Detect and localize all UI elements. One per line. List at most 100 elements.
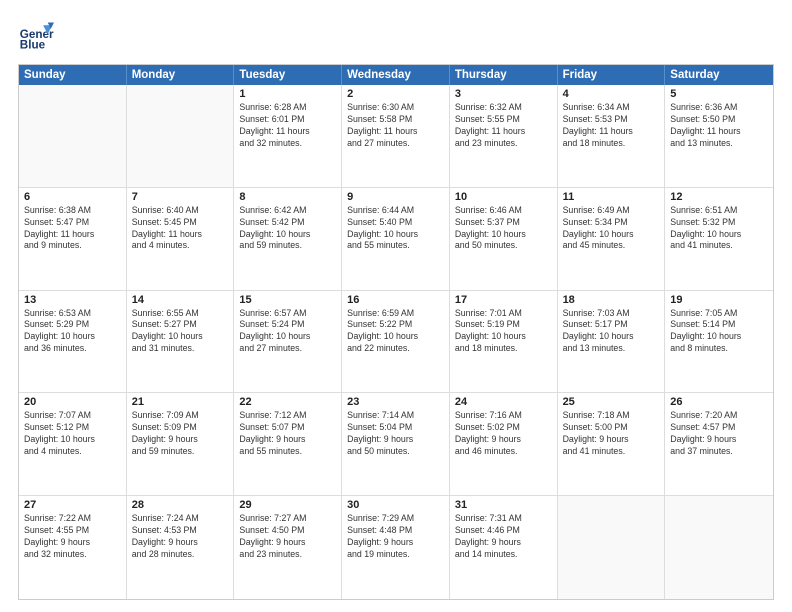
calendar: SundayMondayTuesdayWednesdayThursdayFrid… [18,64,774,600]
calendar-cell-22: 22 Sunrise: 7:12 AM Sunset: 5:07 PM Dayli… [234,393,342,495]
cell-info: Sunrise: 7:16 AM Sunset: 5:02 PM Dayligh… [455,410,552,458]
svg-text:Blue: Blue [20,39,46,52]
cell-info: Sunrise: 6:53 AM Sunset: 5:29 PM Dayligh… [24,308,121,356]
weekday-header-sunday: Sunday [19,65,127,85]
cell-info: Sunrise: 7:20 AM Sunset: 4:57 PM Dayligh… [670,410,768,458]
cell-day-number: 6 [24,191,121,203]
cell-info: Sunrise: 7:07 AM Sunset: 5:12 PM Dayligh… [24,410,121,458]
cell-day-number: 10 [455,191,552,203]
calendar-cell-15: 15 Sunrise: 6:57 AM Sunset: 5:24 PM Dayli… [234,291,342,393]
calendar-cell-4: 4Sunrise: 6:34 AM Sunset: 5:53 PM Daylig… [558,85,666,187]
cell-day-number: 8 [239,191,336,203]
page: General Blue SundayMondayTuesdayWednesda… [0,0,792,612]
cell-day-number: 16 [347,294,444,306]
cell-info: Sunrise: 7:29 AM Sunset: 4:48 PM Dayligh… [347,513,444,561]
cell-info: Sunrise: 6:30 AM Sunset: 5:58 PM Dayligh… [347,102,444,150]
cell-day-number: 23 [347,396,444,408]
calendar-body: 1 Sunrise: 6:28 AM Sunset: 6:01 PM Daylig… [19,85,773,599]
weekday-header-saturday: Saturday [665,65,773,85]
cell-day-number: 9 [347,191,444,203]
calendar-cell-8: 8Sunrise: 6:42 AM Sunset: 5:42 PM Daylig… [234,188,342,290]
calendar-cell-26: 26 Sunrise: 7:20 AM Sunset: 4:57 PM Dayli… [665,393,773,495]
calendar-cell-21: 21Sunrise: 7:09 AM Sunset: 5:09 PM Dayli… [127,393,235,495]
calendar-cell-empty-0-1 [127,85,235,187]
cell-info: Sunrise: 7:03 AM Sunset: 5:17 PM Dayligh… [563,308,660,356]
cell-info: Sunrise: 6:55 AM Sunset: 5:27 PM Dayligh… [132,308,229,356]
cell-day-number: 31 [455,499,552,511]
calendar-cell-2: 2 Sunrise: 6:30 AM Sunset: 5:58 PM Daylig… [342,85,450,187]
cell-info: Sunrise: 7:14 AM Sunset: 5:04 PM Dayligh… [347,410,444,458]
cell-day-number: 22 [239,396,336,408]
calendar-cell-empty-0-0 [19,85,127,187]
calendar-row-1: 1 Sunrise: 6:28 AM Sunset: 6:01 PM Daylig… [19,85,773,188]
calendar-cell-6: 6 Sunrise: 6:38 AM Sunset: 5:47 PM Daylig… [19,188,127,290]
cell-day-number: 19 [670,294,768,306]
calendar-cell-3: 3 Sunrise: 6:32 AM Sunset: 5:55 PM Daylig… [450,85,558,187]
cell-info: Sunrise: 6:46 AM Sunset: 5:37 PM Dayligh… [455,205,552,253]
cell-day-number: 11 [563,191,660,203]
cell-info: Sunrise: 7:01 AM Sunset: 5:19 PM Dayligh… [455,308,552,356]
header: General Blue [18,18,774,54]
cell-info: Sunrise: 6:38 AM Sunset: 5:47 PM Dayligh… [24,205,121,253]
cell-day-number: 4 [563,88,660,100]
cell-info: Sunrise: 6:59 AM Sunset: 5:22 PM Dayligh… [347,308,444,356]
cell-info: Sunrise: 7:09 AM Sunset: 5:09 PM Dayligh… [132,410,229,458]
cell-day-number: 30 [347,499,444,511]
calendar-cell-10: 10 Sunrise: 6:46 AM Sunset: 5:37 PM Dayli… [450,188,558,290]
cell-info: Sunrise: 6:28 AM Sunset: 6:01 PM Dayligh… [239,102,336,150]
calendar-row-2: 6 Sunrise: 6:38 AM Sunset: 5:47 PM Daylig… [19,188,773,291]
calendar-cell-empty-4-5 [558,496,666,599]
cell-day-number: 29 [239,499,336,511]
cell-day-number: 20 [24,396,121,408]
calendar-cell-13: 13Sunrise: 6:53 AM Sunset: 5:29 PM Dayli… [19,291,127,393]
calendar-cell-empty-4-6 [665,496,773,599]
calendar-cell-20: 20 Sunrise: 7:07 AM Sunset: 5:12 PM Dayli… [19,393,127,495]
cell-day-number: 12 [670,191,768,203]
calendar-cell-19: 19Sunrise: 7:05 AM Sunset: 5:14 PM Dayli… [665,291,773,393]
cell-day-number: 2 [347,88,444,100]
cell-day-number: 17 [455,294,552,306]
calendar-cell-9: 9 Sunrise: 6:44 AM Sunset: 5:40 PM Daylig… [342,188,450,290]
weekday-header-friday: Friday [558,65,666,85]
cell-info: Sunrise: 6:57 AM Sunset: 5:24 PM Dayligh… [239,308,336,356]
calendar-row-3: 13Sunrise: 6:53 AM Sunset: 5:29 PM Dayli… [19,291,773,394]
cell-info: Sunrise: 7:27 AM Sunset: 4:50 PM Dayligh… [239,513,336,561]
cell-info: Sunrise: 6:36 AM Sunset: 5:50 PM Dayligh… [670,102,768,150]
cell-day-number: 15 [239,294,336,306]
cell-info: Sunrise: 7:31 AM Sunset: 4:46 PM Dayligh… [455,513,552,561]
cell-info: Sunrise: 7:12 AM Sunset: 5:07 PM Dayligh… [239,410,336,458]
cell-day-number: 18 [563,294,660,306]
calendar-cell-29: 29 Sunrise: 7:27 AM Sunset: 4:50 PM Dayli… [234,496,342,599]
weekday-header-tuesday: Tuesday [234,65,342,85]
cell-day-number: 1 [239,88,336,100]
calendar-cell-25: 25 Sunrise: 7:18 AM Sunset: 5:00 PM Dayli… [558,393,666,495]
cell-info: Sunrise: 6:32 AM Sunset: 5:55 PM Dayligh… [455,102,552,150]
calendar-cell-14: 14 Sunrise: 6:55 AM Sunset: 5:27 PM Dayli… [127,291,235,393]
weekday-header-thursday: Thursday [450,65,558,85]
calendar-cell-18: 18 Sunrise: 7:03 AM Sunset: 5:17 PM Dayli… [558,291,666,393]
calendar-cell-24: 24Sunrise: 7:16 AM Sunset: 5:02 PM Dayli… [450,393,558,495]
weekday-header-monday: Monday [127,65,235,85]
cell-day-number: 3 [455,88,552,100]
calendar-cell-17: 17 Sunrise: 7:01 AM Sunset: 5:19 PM Dayli… [450,291,558,393]
cell-info: Sunrise: 7:22 AM Sunset: 4:55 PM Dayligh… [24,513,121,561]
calendar-cell-16: 16 Sunrise: 6:59 AM Sunset: 5:22 PM Dayli… [342,291,450,393]
cell-info: Sunrise: 6:40 AM Sunset: 5:45 PM Dayligh… [132,205,229,253]
calendar-cell-1: 1 Sunrise: 6:28 AM Sunset: 6:01 PM Daylig… [234,85,342,187]
cell-day-number: 7 [132,191,229,203]
calendar-cell-11: 11 Sunrise: 6:49 AM Sunset: 5:34 PM Dayli… [558,188,666,290]
logo: General Blue [18,18,54,54]
cell-info: Sunrise: 7:24 AM Sunset: 4:53 PM Dayligh… [132,513,229,561]
cell-day-number: 14 [132,294,229,306]
cell-day-number: 25 [563,396,660,408]
calendar-cell-30: 30 Sunrise: 7:29 AM Sunset: 4:48 PM Dayli… [342,496,450,599]
cell-day-number: 5 [670,88,768,100]
cell-info: Sunrise: 6:44 AM Sunset: 5:40 PM Dayligh… [347,205,444,253]
calendar-cell-5: 5 Sunrise: 6:36 AM Sunset: 5:50 PM Daylig… [665,85,773,187]
cell-day-number: 28 [132,499,229,511]
calendar-cell-28: 28 Sunrise: 7:24 AM Sunset: 4:53 PM Dayli… [127,496,235,599]
cell-info: Sunrise: 6:49 AM Sunset: 5:34 PM Dayligh… [563,205,660,253]
cell-info: Sunrise: 7:18 AM Sunset: 5:00 PM Dayligh… [563,410,660,458]
cell-day-number: 26 [670,396,768,408]
calendar-header: SundayMondayTuesdayWednesdayThursdayFrid… [19,65,773,85]
